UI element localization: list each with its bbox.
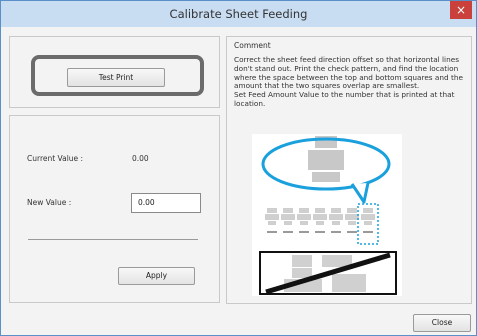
divider	[28, 239, 198, 240]
check-pattern-illustration	[252, 134, 402, 296]
new-value-field[interactable]: 0.00	[131, 193, 201, 213]
close-button[interactable]: Close	[413, 314, 471, 332]
test-print-highlight	[31, 55, 204, 96]
comment-heading: Comment	[234, 41, 271, 50]
close-icon[interactable]: ×	[450, 1, 472, 19]
dialog-title: Calibrate Sheet Feeding	[169, 7, 308, 21]
title-bar: Calibrate Sheet Feeding ×	[1, 1, 476, 27]
current-value-label: Current Value :	[27, 154, 84, 163]
new-value-label: New Value :	[27, 198, 72, 207]
current-value: 0.00	[132, 154, 149, 163]
dialog-window: Calibrate Sheet Feeding × Test Print Cur…	[0, 0, 477, 336]
apply-button[interactable]: Apply	[118, 267, 195, 285]
comment-text: Correct the sheet feed direction offset …	[234, 55, 463, 108]
